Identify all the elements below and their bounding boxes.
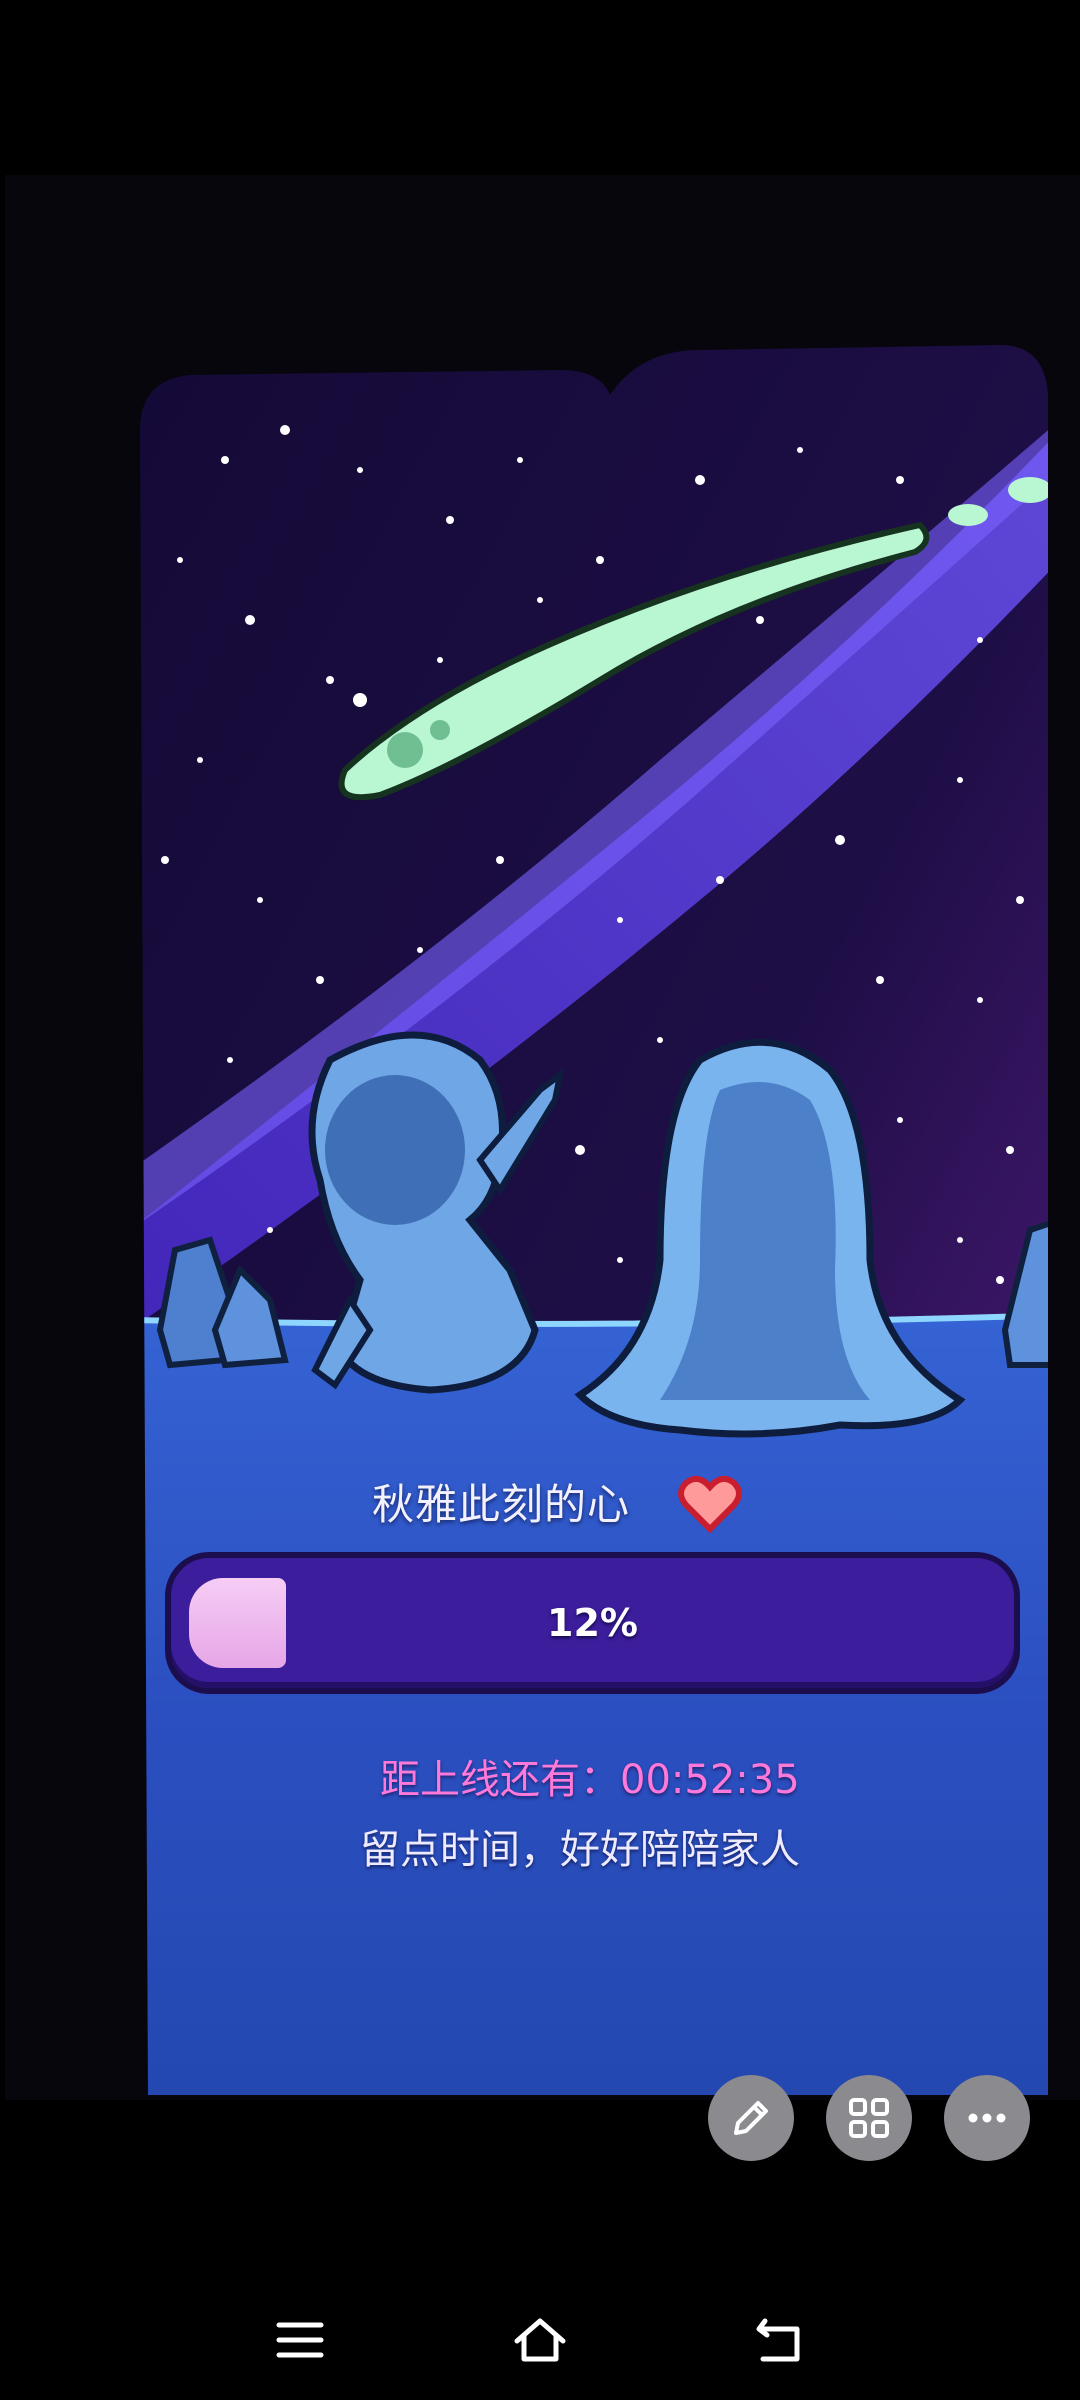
back-icon — [756, 2318, 800, 2362]
edit-button[interactable] — [708, 2075, 794, 2161]
grid-icon — [849, 2098, 889, 2138]
wallpaper-screen: 秋雅此刻的心情 12% 距上线还有：00:52:35 留点时间，好好陪陪家人 — [0, 0, 1080, 2400]
back-button[interactable] — [740, 2300, 820, 2380]
online-countdown: 距上线还有：00:52:35 — [380, 1757, 800, 1803]
pencil-icon — [734, 2101, 768, 2135]
mood-progress-bar: 12% — [165, 1552, 1020, 1694]
menu-icon — [276, 2322, 324, 2358]
mood-percent-text: 12% — [547, 1601, 638, 1645]
home-button[interactable] — [500, 2300, 580, 2380]
home-icon — [514, 2318, 566, 2362]
mood-label: 秋雅此刻的心情 — [372, 1480, 631, 1599]
more-button[interactable] — [944, 2075, 1030, 2161]
advice-text: 留点时间，好好陪陪家人 — [360, 1827, 800, 1873]
more-dots-icon — [968, 2113, 1006, 2123]
grid-button[interactable] — [826, 2075, 912, 2161]
heart-icon — [678, 1475, 742, 1533]
menu-button[interactable] — [260, 2300, 340, 2380]
